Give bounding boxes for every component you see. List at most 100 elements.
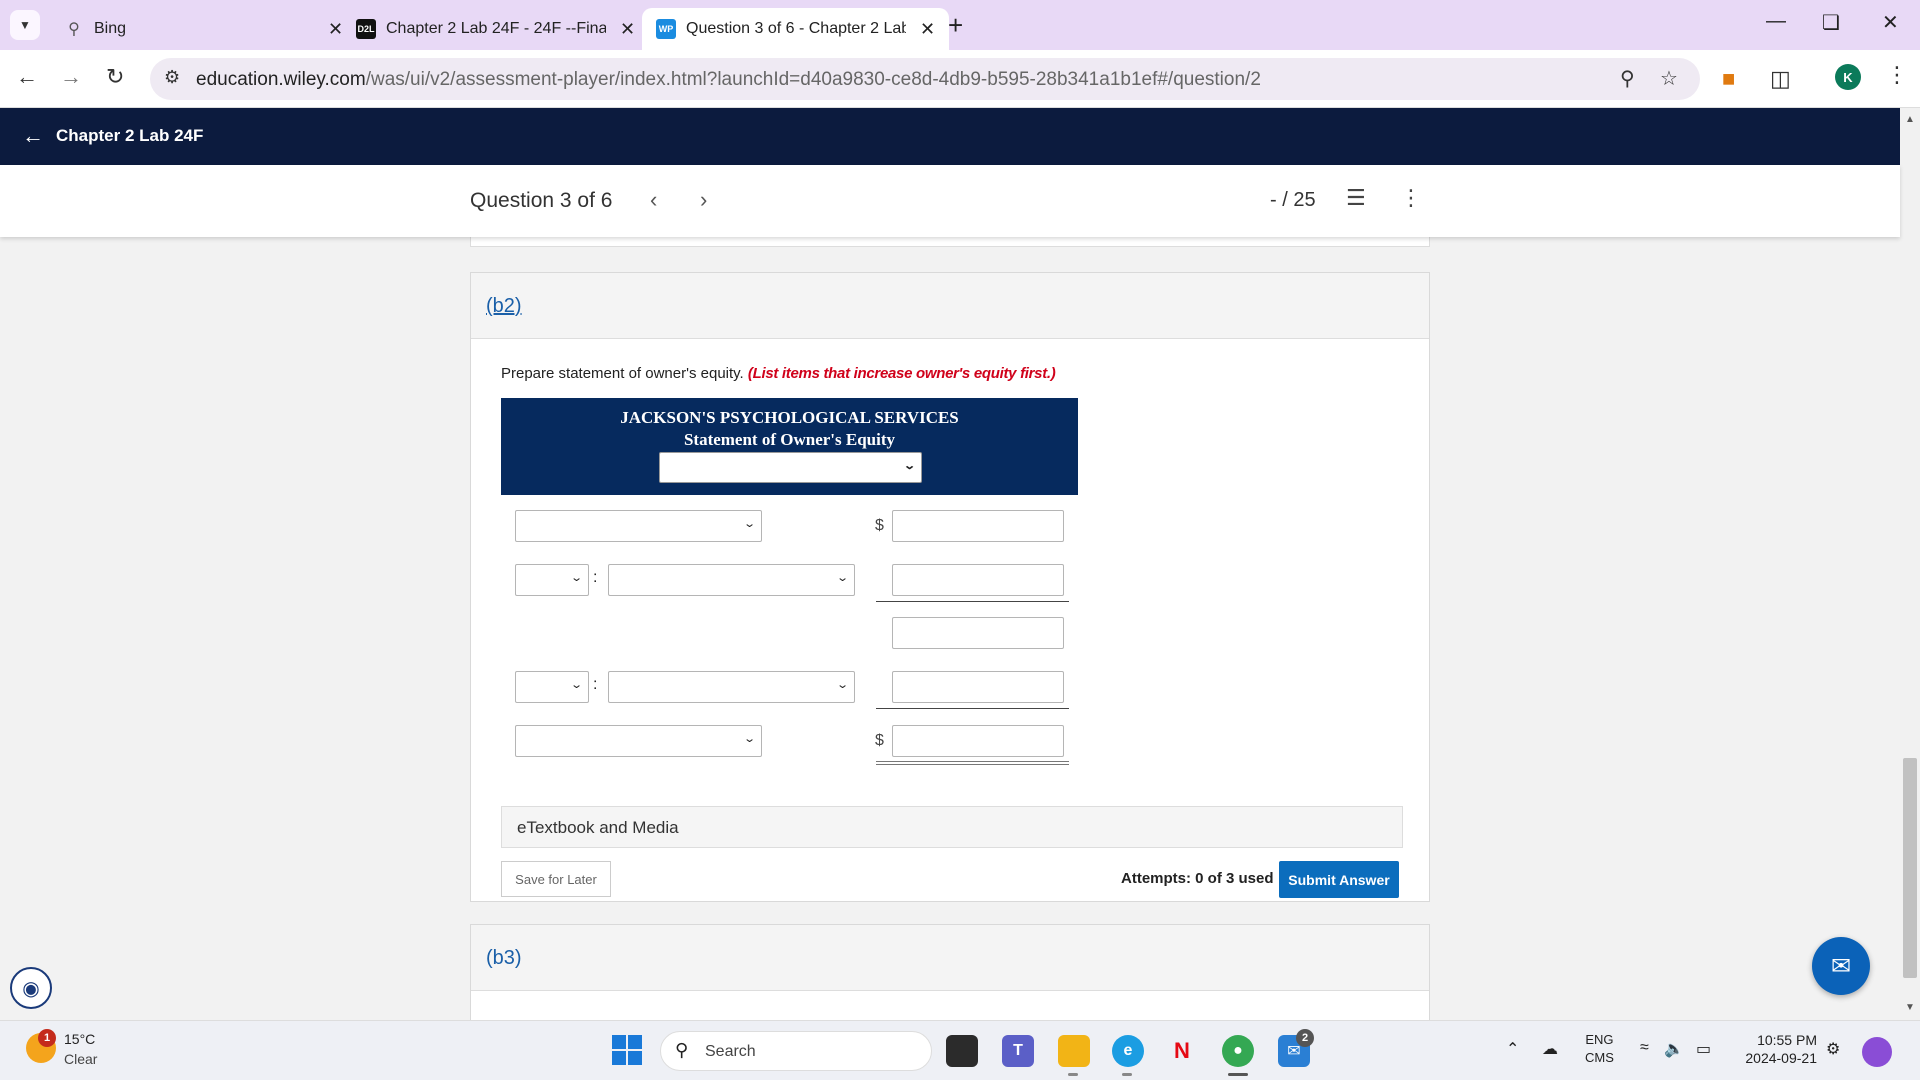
more-options-icon[interactable]: ⋮: [1400, 185, 1422, 211]
taskbar-search-placeholder: Search: [705, 1043, 756, 1060]
scroll-up-icon[interactable]: ▲: [1905, 114, 1915, 125]
chevron-down-icon: ⌄: [835, 572, 849, 584]
row2-amount-input[interactable]: [892, 564, 1064, 596]
taskbar-search-box[interactable]: ⚲ Search: [660, 1031, 932, 1071]
edge-icon[interactable]: e: [1112, 1035, 1144, 1067]
tab-search-dropdown[interactable]: ▼: [10, 10, 40, 40]
address-url[interactable]: education.wiley.com/was/ui/v2/assessment…: [196, 69, 1261, 91]
windows-start-icon[interactable]: [612, 1035, 642, 1065]
cookie-settings-icon[interactable]: ◉: [10, 967, 52, 1009]
weather-alert-badge: 1: [38, 1029, 56, 1047]
zoom-icon[interactable]: ⚲: [1620, 66, 1635, 91]
chevron-down-icon: ⌄: [835, 679, 849, 691]
close-icon[interactable]: ✕: [620, 19, 635, 40]
question-nav-bar: Question 3 of 6 ‹ › - / 25 ☰ ⋮: [0, 165, 1900, 237]
row4-amount-input[interactable]: [892, 671, 1064, 703]
save-for-later-button[interactable]: Save for Later: [501, 861, 611, 897]
system-clock[interactable]: 10:55 PM 2024-09-21: [1735, 1031, 1817, 1067]
weather-condition[interactable]: Clear: [64, 1051, 97, 1067]
file-explorer-icon[interactable]: [1058, 1035, 1090, 1067]
task-view-icon[interactable]: [946, 1035, 978, 1067]
forward-arrow-icon[interactable]: →: [60, 64, 82, 90]
etextbook-media-panel[interactable]: eTextbook and Media: [501, 806, 1403, 848]
wifi-icon[interactable]: ≈: [1640, 1039, 1649, 1057]
row2-prefix-select[interactable]: ⌄: [515, 564, 589, 596]
previous-part-card: [470, 237, 1430, 247]
tray-overflow-chevron-icon[interactable]: ⌃: [1506, 1039, 1519, 1059]
currency-symbol: $: [875, 732, 884, 749]
row4-underline: [876, 708, 1069, 709]
netflix-icon[interactable]: N: [1166, 1035, 1198, 1067]
close-icon[interactable]: ✕: [328, 19, 343, 40]
part-label-link[interactable]: (b2): [486, 295, 522, 318]
extensions-puzzle-icon[interactable]: ◫: [1770, 66, 1791, 92]
tab-wiley-question[interactable]: WP Question 3 of 6 - Chapter 2 Lab ✕: [642, 8, 950, 50]
browser-menu-icon[interactable]: ⋮: [1886, 62, 1908, 88]
course-title[interactable]: Chapter 2 Lab 24F: [56, 126, 203, 146]
chrome-icon[interactable]: ●: [1222, 1035, 1254, 1067]
reload-icon[interactable]: ↻: [106, 64, 124, 90]
statement-title: Statement of Owner's Equity: [683, 430, 896, 449]
row4-account-select[interactable]: ⌄: [608, 671, 855, 703]
minimize-icon[interactable]: —: [1766, 10, 1786, 33]
row1-amount-input[interactable]: [892, 510, 1064, 542]
language-code: ENG: [1585, 1032, 1614, 1047]
previous-question-chevron-icon[interactable]: ‹: [650, 187, 657, 213]
statement-date-select[interactable]: ⌄: [659, 452, 922, 483]
etextbook-label: eTextbook and Media: [517, 818, 679, 837]
new-tab-plus-icon[interactable]: +: [948, 10, 963, 41]
volume-icon[interactable]: 🔈: [1664, 1039, 1684, 1059]
question-title: Question 3 of 6: [470, 189, 613, 212]
next-question-chevron-icon[interactable]: ›: [700, 187, 707, 213]
row4-prefix-select[interactable]: ⌄: [515, 671, 589, 703]
extension-tiger-icon[interactable]: ■: [1722, 66, 1735, 92]
back-arrow-icon[interactable]: ←: [16, 64, 38, 90]
teams-icon[interactable]: T: [1002, 1035, 1034, 1067]
scroll-down-icon[interactable]: ▼: [1905, 1002, 1915, 1013]
instruction-text: Prepare statement of owner's equity.: [501, 365, 744, 382]
browser-toolbar: ← → ↻ ⚙ education.wiley.com/was/ui/v2/as…: [0, 50, 1920, 108]
url-host: education.wiley.com: [196, 69, 366, 90]
app-running-indicator: [1068, 1073, 1078, 1076]
row2-colon: :: [593, 569, 598, 586]
row3-subtotal-input[interactable]: [892, 617, 1064, 649]
search-icon: ⚲: [675, 1040, 689, 1060]
currency-symbol: $: [875, 517, 884, 534]
chat-help-icon[interactable]: ✉: [1812, 937, 1870, 995]
part-header: (b3): [471, 925, 1429, 991]
profile-avatar[interactable]: K: [1835, 64, 1861, 90]
language-indicator[interactable]: ENG CMS: [1585, 1031, 1614, 1067]
row5-total-input[interactable]: [892, 725, 1064, 757]
weather-temperature[interactable]: 15°C: [64, 1031, 95, 1047]
chevron-down-icon: ⌄: [742, 518, 756, 530]
notifications-icon[interactable]: ⚙: [1826, 1039, 1840, 1059]
question-list-icon[interactable]: ☰: [1346, 185, 1366, 211]
bookmark-star-icon[interactable]: ☆: [1660, 66, 1678, 91]
row2-account-select[interactable]: ⌄: [608, 564, 855, 596]
copilot-icon[interactable]: [1862, 1037, 1892, 1067]
part-header: (b2): [471, 273, 1429, 339]
row5-account-select[interactable]: ⌄: [515, 725, 762, 757]
scroll-thumb[interactable]: [1903, 758, 1917, 978]
back-arrow-icon[interactable]: ←: [22, 123, 44, 149]
submit-answer-button[interactable]: Submit Answer: [1279, 861, 1399, 898]
page-scrollbar[interactable]: ▲ ▼: [1900, 108, 1920, 1020]
onedrive-cloud-icon[interactable]: ☁: [1542, 1039, 1558, 1059]
window-close-icon[interactable]: ✕: [1882, 10, 1899, 35]
tab-d2l[interactable]: D2L Chapter 2 Lab 24F - 24F --Finan ✕: [342, 8, 649, 50]
row1-account-select[interactable]: ⌄: [515, 510, 762, 542]
restore-icon[interactable]: ❏: [1822, 10, 1840, 35]
chevron-down-icon: ⌄: [569, 679, 583, 691]
total-double-underline: [876, 761, 1069, 765]
part-b3-card: (b3): [470, 924, 1430, 1020]
attempts-counter: Attempts: 0 of 3 used: [1121, 870, 1274, 887]
question-score: - / 25: [1270, 189, 1316, 211]
close-icon[interactable]: ✕: [920, 19, 935, 40]
site-settings-icon[interactable]: ⚙: [164, 67, 180, 88]
part-label[interactable]: (b3): [486, 947, 522, 970]
address-bar[interactable]: ⚙ education.wiley.com/was/ui/v2/assessme…: [150, 58, 1700, 100]
tab-bing[interactable]: ⚲ Bing ✕: [50, 8, 357, 50]
chevron-down-icon: ⌄: [569, 572, 583, 584]
chevron-down-icon: ▼: [19, 18, 31, 32]
battery-icon[interactable]: ▭: [1696, 1039, 1711, 1059]
